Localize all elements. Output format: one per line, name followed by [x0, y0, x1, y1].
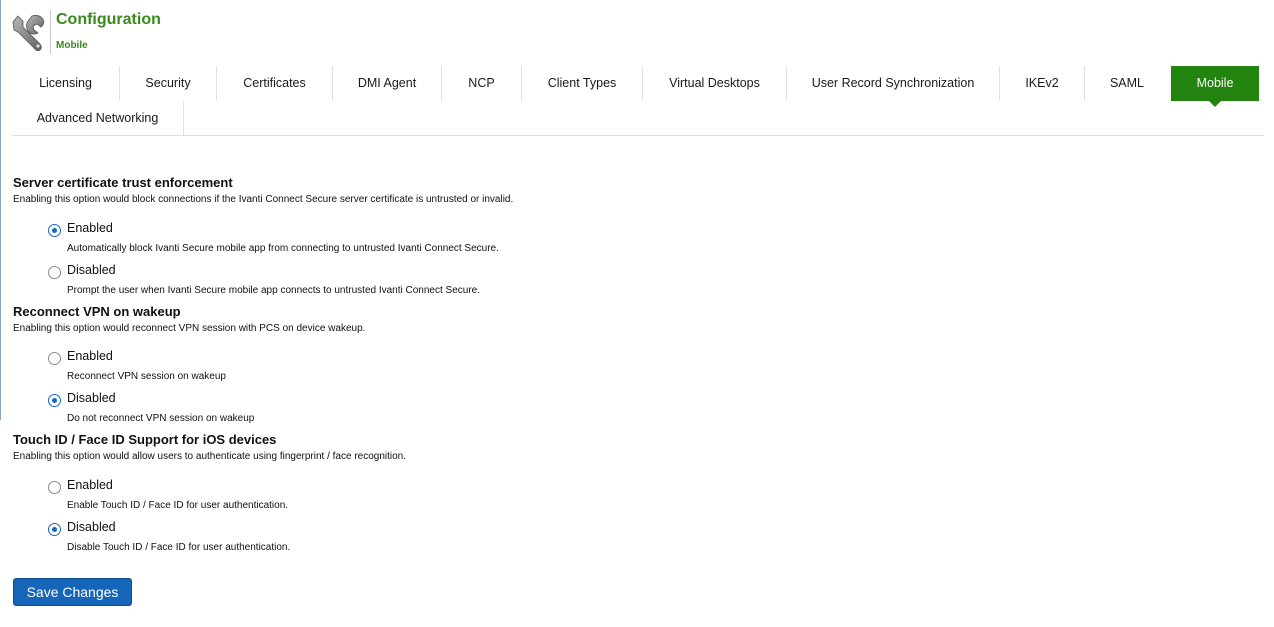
tab-dmi-agent[interactable]: DMI Agent [333, 66, 441, 101]
tab-advanced-networking[interactable]: Advanced Networking [12, 101, 183, 136]
radio-button[interactable] [48, 352, 61, 365]
option-help-text: Reconnect VPN session on wakeup [67, 371, 226, 382]
option-help-text: Do not reconnect VPN session on wakeup [67, 413, 255, 424]
tab-bar-border [12, 135, 1264, 136]
tab-divider [183, 101, 184, 136]
option-help-text: Prompt the user when Ivanti Secure mobil… [67, 285, 481, 296]
left-border [0, 0, 1, 420]
section-description: Enabling this option would reconnect VPN… [13, 323, 366, 334]
page-title: Configuration [56, 11, 161, 28]
section-title: Reconnect VPN on wakeup [13, 304, 181, 319]
radio-button[interactable] [48, 481, 61, 494]
page-subtitle: Mobile [56, 40, 88, 51]
tab-client-types[interactable]: Client Types [522, 66, 642, 101]
option-help-text: Automatically block Ivanti Secure mobile… [67, 243, 499, 254]
section-title: Server certificate trust enforcement [13, 175, 233, 190]
section-touch-face-id: Touch ID / Face ID Support for iOS devic… [13, 432, 406, 462]
save-changes-button[interactable]: Save Changes [13, 578, 132, 606]
tab-bar: Licensing Security Certificates DMI Agen… [12, 66, 1264, 136]
option-label[interactable]: Disabled [67, 263, 116, 277]
option-label[interactable]: Enabled [67, 221, 113, 235]
option-label[interactable]: Enabled [67, 349, 113, 363]
tab-ncp[interactable]: NCP [442, 66, 521, 101]
option-label[interactable]: Disabled [67, 391, 116, 405]
tab-security[interactable]: Security [120, 66, 216, 101]
option-help-text: Disable Touch ID / Face ID for user auth… [67, 542, 291, 553]
tab-licensing[interactable]: Licensing [12, 66, 119, 101]
section-description: Enabling this option would block connect… [13, 194, 514, 205]
section-server-cert-trust: Server certificate trust enforcement Ena… [13, 175, 513, 205]
section-title: Touch ID / Face ID Support for iOS devic… [13, 432, 277, 447]
section-description: Enabling this option would allow users t… [13, 451, 407, 462]
radio-button[interactable] [48, 224, 61, 237]
wrench-icon [12, 12, 46, 52]
tab-mobile[interactable]: Mobile [1171, 66, 1259, 107]
radio-button[interactable] [48, 394, 61, 407]
tab-user-record-synchronization[interactable]: User Record Synchronization [787, 66, 999, 101]
tab-virtual-desktops[interactable]: Virtual Desktops [643, 66, 786, 101]
radio-button[interactable] [48, 266, 61, 279]
radio-button[interactable] [48, 523, 61, 536]
section-reconnect-vpn: Reconnect VPN on wakeup Enabling this op… [13, 304, 365, 334]
tab-saml[interactable]: SAML [1085, 66, 1169, 101]
page: Configuration Mobile Licensing Security … [0, 0, 1274, 627]
option-help-text: Enable Touch ID / Face ID for user authe… [67, 500, 289, 511]
option-label[interactable]: Disabled [67, 520, 116, 534]
option-label[interactable]: Enabled [67, 478, 113, 492]
header-divider [50, 10, 51, 54]
tab-certificates[interactable]: Certificates [217, 66, 332, 101]
tab-ikev2[interactable]: IKEv2 [1000, 66, 1084, 101]
